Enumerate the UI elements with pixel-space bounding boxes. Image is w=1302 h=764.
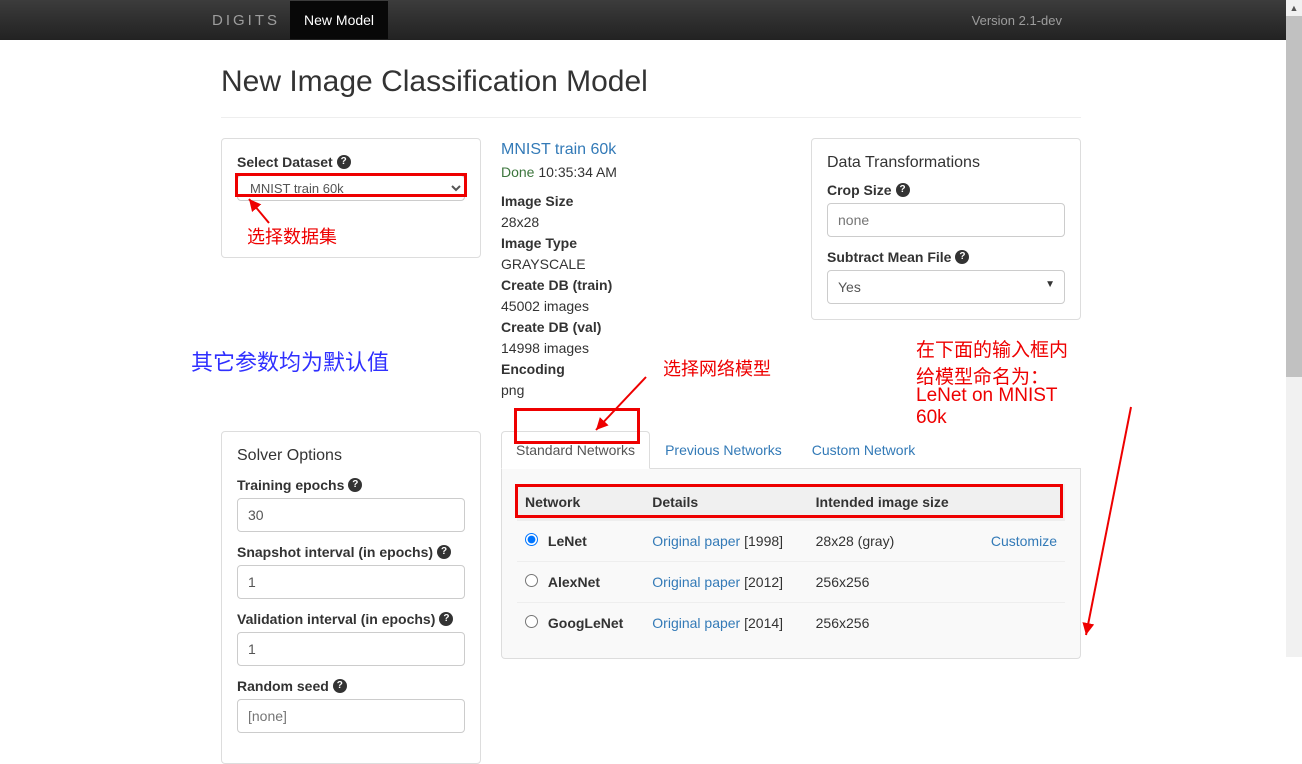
arrow-icon — [1081, 405, 1141, 645]
snapshot-interval-label: Snapshot interval (in epochs) — [237, 544, 433, 560]
dataset-select[interactable]: MNIST train 60k — [237, 175, 465, 201]
img-size-label: Image Size — [501, 191, 791, 212]
version-label: Version 2.1-dev — [972, 13, 1062, 28]
help-icon[interactable]: ? — [337, 155, 351, 169]
brand-logo[interactable]: DIGITS — [212, 12, 280, 29]
page-title: New Image Classification Model — [221, 65, 1081, 99]
table-row: LeNet Original paper [1998] 28x28 (gray) Cu… — [517, 521, 1065, 562]
crop-size-input[interactable] — [827, 203, 1065, 237]
network-name: LeNet — [548, 533, 587, 549]
validation-interval-label: Validation interval (in epochs) — [237, 611, 435, 627]
intended-size: 28x28 (gray) — [808, 521, 974, 562]
original-paper-link[interactable]: Original paper — [652, 574, 740, 590]
img-type-label: Image Type — [501, 233, 791, 254]
encoding-label: Encoding — [501, 359, 791, 380]
db-val-value: 14998 images — [501, 338, 791, 359]
crop-size-label: Crop Size — [827, 182, 892, 198]
top-navbar: DIGITS New Model Version 2.1-dev — [0, 0, 1302, 40]
data-transformations-panel: Data Transformations Crop Size ? Subtrac… — [811, 138, 1081, 320]
original-paper-link[interactable]: Original paper — [652, 533, 740, 549]
transform-title: Data Transformations — [827, 154, 1065, 172]
nav-tab-new-model[interactable]: New Model — [290, 1, 388, 39]
solver-options-panel: Solver Options Training epochs ? Snapsho… — [221, 431, 481, 764]
customize-link[interactable]: Customize — [991, 533, 1057, 549]
select-dataset-label: Select Dataset — [237, 154, 333, 170]
tab-custom-network[interactable]: Custom Network — [797, 431, 930, 469]
paper-year: [2012] — [744, 574, 783, 590]
col-size: Intended image size — [808, 484, 974, 521]
col-network: Network — [517, 484, 644, 521]
network-radio[interactable] — [525, 615, 538, 628]
snapshot-interval-input[interactable] — [237, 565, 465, 599]
help-icon[interactable]: ? — [955, 250, 969, 264]
help-icon[interactable]: ? — [439, 612, 453, 626]
help-icon[interactable]: ? — [896, 183, 910, 197]
scrollbar-thumb[interactable] — [1286, 16, 1302, 377]
tab-previous-networks[interactable]: Previous Networks — [650, 431, 797, 469]
table-row: GoogLeNet Original paper [2014] 256x256 — [517, 603, 1065, 644]
help-icon[interactable]: ? — [333, 679, 347, 693]
vertical-scrollbar[interactable]: ▲ — [1286, 0, 1302, 657]
paper-year: [1998] — [744, 533, 783, 549]
intended-size: 256x256 — [808, 562, 974, 603]
help-icon[interactable]: ? — [348, 478, 362, 492]
subtract-mean-label: Subtract Mean File — [827, 249, 951, 265]
subtract-mean-select[interactable]: Yes — [827, 270, 1065, 304]
networks-section: Standard Networks Previous Networks Cust… — [501, 431, 1081, 659]
dataset-info: MNIST train 60k Done 10:35:34 AM Image S… — [501, 138, 791, 401]
tab-standard-networks[interactable]: Standard Networks — [501, 431, 650, 469]
paper-year: [2014] — [744, 615, 783, 631]
network-name: AlexNet — [548, 574, 600, 590]
help-icon[interactable]: ? — [437, 545, 451, 559]
random-seed-input[interactable] — [237, 699, 465, 733]
db-train-value: 45002 images — [501, 296, 791, 317]
network-name: GoogLeNet — [548, 615, 623, 631]
db-val-label: Create DB (val) — [501, 317, 791, 338]
db-train-label: Create DB (train) — [501, 275, 791, 296]
original-paper-link[interactable]: Original paper — [652, 615, 740, 631]
dataset-link[interactable]: MNIST train 60k — [501, 141, 616, 158]
training-epochs-input[interactable] — [237, 498, 465, 532]
validation-interval-input[interactable] — [237, 632, 465, 666]
col-details: Details — [644, 484, 807, 521]
network-radio[interactable] — [525, 574, 538, 587]
network-radio[interactable] — [525, 533, 538, 546]
intended-size: 256x256 — [808, 603, 974, 644]
scroll-up-icon[interactable]: ▲ — [1286, 0, 1302, 16]
dataset-status: Done — [501, 164, 534, 180]
encoding-value: png — [501, 380, 791, 401]
networks-table: Network Details Intended image size LeNe… — [517, 484, 1065, 643]
img-size-value: 28x28 — [501, 212, 791, 233]
solver-title: Solver Options — [237, 447, 465, 465]
select-dataset-panel: Select Dataset ? MNIST train 60k — [221, 138, 481, 258]
random-seed-label: Random seed — [237, 678, 329, 694]
dataset-time: 10:35:34 AM — [538, 164, 617, 180]
divider — [221, 117, 1081, 118]
img-type-value: GRAYSCALE — [501, 254, 791, 275]
table-row: AlexNet Original paper [2012] 256x256 — [517, 562, 1065, 603]
training-epochs-label: Training epochs — [237, 477, 344, 493]
